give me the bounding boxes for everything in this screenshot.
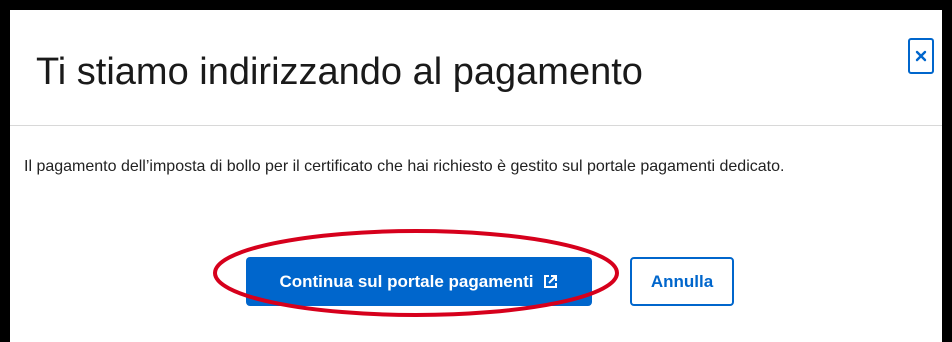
dialog-header: Ti stiamo indirizzando al pagamento	[10, 10, 942, 126]
dialog-message: Il pagamento dell’imposta di bollo per i…	[24, 158, 785, 175]
close-icon	[915, 50, 927, 62]
screen-frame-right	[942, 0, 952, 342]
external-link-icon	[543, 275, 557, 288]
screen-frame-left	[0, 0, 10, 342]
cancel-button[interactable]: Annulla	[630, 257, 734, 306]
dialog-title: Ti stiamo indirizzando al pagamento	[36, 51, 643, 93]
screen-frame-top	[0, 0, 952, 10]
close-button[interactable]	[908, 38, 934, 74]
continue-button-label: Continua sul portale pagamenti	[279, 271, 534, 291]
continue-payment-portal-button[interactable]: Continua sul portale pagamenti	[246, 257, 592, 306]
payment-redirect-dialog: Ti stiamo indirizzando al pagamento Il p…	[10, 10, 942, 342]
